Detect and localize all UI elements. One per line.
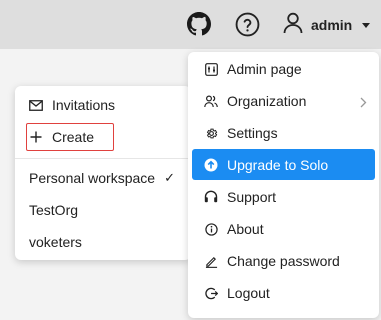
chevron-right-icon xyxy=(360,95,367,111)
user-icon xyxy=(283,12,303,39)
workspace-menu: Invitations Create Personal workspace ✓ … xyxy=(15,86,191,260)
menu-item-settings[interactable]: Settings xyxy=(188,118,379,148)
create-workspace-item[interactable]: Create xyxy=(15,122,191,152)
divider xyxy=(15,158,191,159)
organization-icon xyxy=(204,94,218,108)
menu-item-label: Organization xyxy=(227,93,307,109)
workspace-item-voketers[interactable]: voketers xyxy=(15,227,191,257)
invitations-item[interactable]: Invitations xyxy=(15,90,191,120)
menu-item-label: Settings xyxy=(227,125,278,141)
menu-item-logout[interactable]: Logout xyxy=(188,278,379,308)
username: admin xyxy=(311,17,353,33)
workspace-label: Personal workspace xyxy=(29,170,156,186)
menu-item-label: Admin page xyxy=(227,61,302,77)
user-menu-button[interactable]: admin xyxy=(283,12,371,39)
user-dropdown-menu: Admin page Organization Settings Upgrade… xyxy=(188,52,379,318)
caret-down-icon xyxy=(362,22,371,28)
menu-item-label: Logout xyxy=(227,285,270,301)
menu-item-organization[interactable]: Organization xyxy=(188,86,379,116)
menu-item-change-password[interactable]: Change password xyxy=(188,246,379,276)
workspace-label: voketers xyxy=(29,234,82,250)
menu-item-label: Change password xyxy=(227,253,340,269)
checkmark-icon: ✓ xyxy=(164,170,175,185)
menu-item-label: Support xyxy=(227,189,277,205)
admin-panel-icon xyxy=(204,62,218,76)
logout-icon xyxy=(204,286,218,300)
workspace-item-personal[interactable]: Personal workspace ✓ xyxy=(15,163,191,193)
gear-icon xyxy=(204,126,218,140)
workspace-item-testorg[interactable]: TestOrg xyxy=(15,195,191,225)
headset-icon xyxy=(204,190,218,204)
menu-item-about[interactable]: About xyxy=(188,214,379,244)
menu-item-label: About xyxy=(227,221,264,237)
workspace-label: TestOrg xyxy=(29,202,79,218)
menu-item-label: Upgrade to Solo xyxy=(227,156,329,173)
help-circle-icon[interactable] xyxy=(234,11,260,37)
github-icon[interactable] xyxy=(186,11,212,37)
create-label: Create xyxy=(52,129,95,145)
upgrade-arrow-icon xyxy=(204,158,218,172)
menu-item-upgrade-to-solo[interactable]: Upgrade to Solo xyxy=(192,149,375,180)
invitations-label: Invitations xyxy=(52,97,116,113)
menu-item-admin-page[interactable]: Admin page xyxy=(188,54,379,84)
menu-item-support[interactable]: Support xyxy=(188,182,379,212)
plus-icon xyxy=(29,130,43,144)
mail-icon xyxy=(29,98,43,112)
top-bar: admin xyxy=(0,0,381,49)
pencil-icon xyxy=(204,254,218,268)
info-icon xyxy=(204,222,218,236)
